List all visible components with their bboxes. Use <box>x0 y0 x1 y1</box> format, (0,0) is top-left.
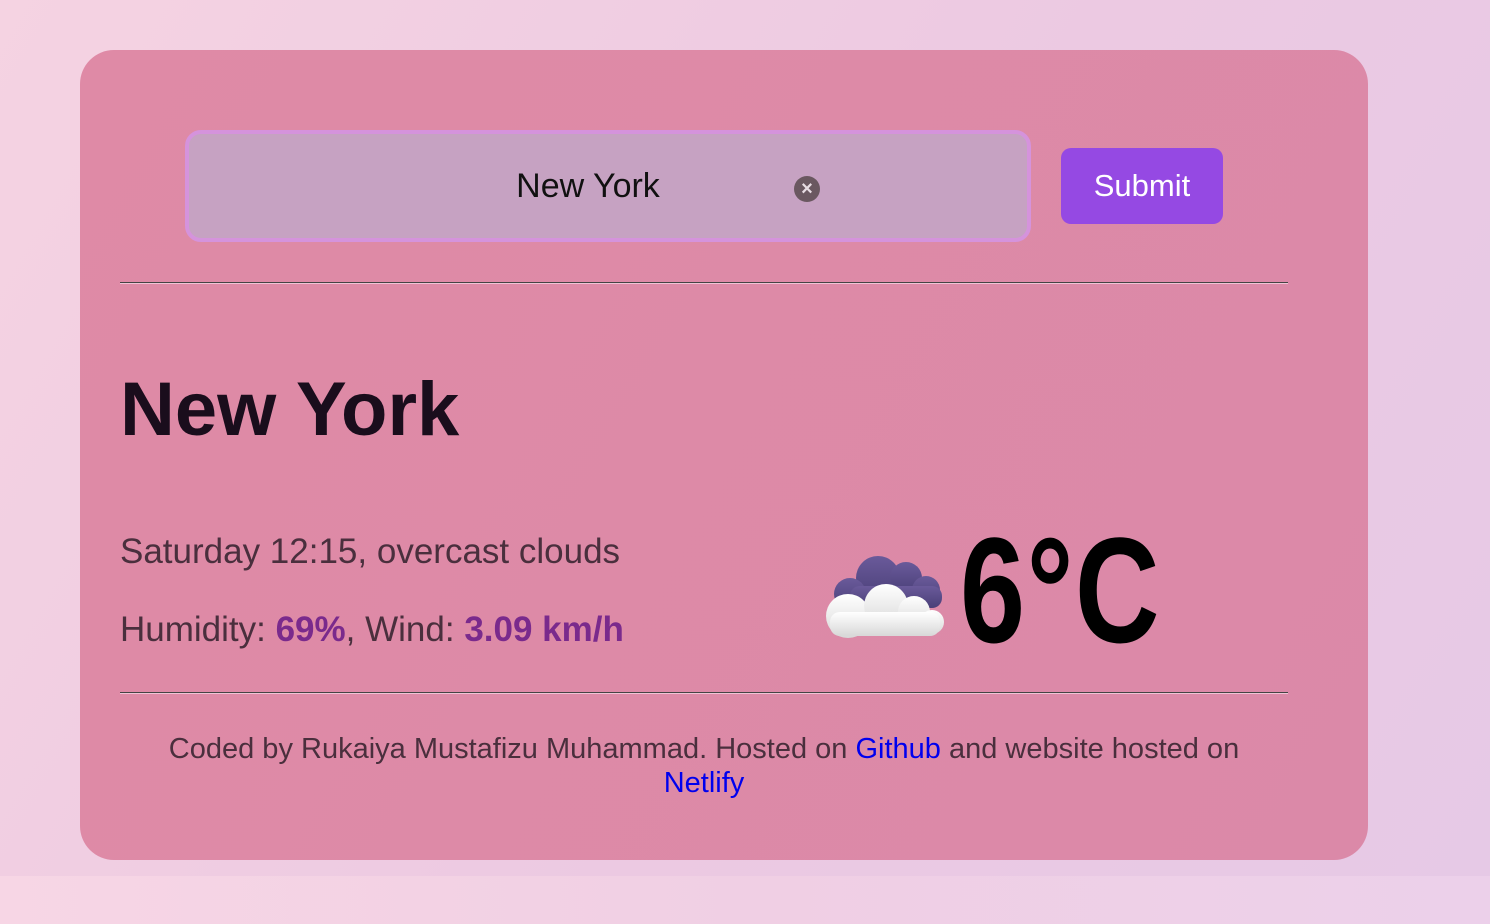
day-time: Saturday 12:15 <box>120 532 358 571</box>
clear-icon[interactable]: × <box>794 176 820 202</box>
search-input-value: New York <box>516 166 660 205</box>
page-bottom-strip <box>0 876 1490 924</box>
weather-card: New York × Submit New York Saturday 12:1… <box>80 50 1368 860</box>
date-description-line: Saturday 12:15, overcast clouds <box>120 532 621 571</box>
cloud-icon <box>826 556 944 638</box>
footer: Coded by Rukaiya Mustafizu Muhammad. Hos… <box>120 732 1288 800</box>
temperature: 6°C <box>960 506 1162 674</box>
humidity-wind-line: Humidity: 69%, Wind: 3.09 km/h <box>120 610 624 649</box>
footer-text-middle: and website hosted on <box>940 733 1240 765</box>
top-divider <box>120 282 1288 284</box>
humidity-value: 69% <box>275 610 346 649</box>
wind-label: Wind: <box>365 610 465 649</box>
city-name: New York <box>120 367 460 452</box>
netlify-link[interactable]: Netlify <box>664 767 745 799</box>
bottom-divider <box>120 692 1288 694</box>
search-input[interactable]: New York × <box>185 130 1031 242</box>
wind-value: 3.09 km/h <box>464 610 624 649</box>
footer-text-before: Coded by Rukaiya Mustafizu Muhammad. Hos… <box>168 733 856 765</box>
humidity-label: Humidity: <box>120 610 276 649</box>
github-link[interactable]: Github <box>855 733 940 765</box>
weather-details: Saturday 12:15, overcast clouds Humidity… <box>120 532 624 650</box>
weather-description: overcast clouds <box>376 532 621 571</box>
search-form: New York × Submit <box>185 130 1225 242</box>
submit-button[interactable]: Submit <box>1061 148 1223 224</box>
